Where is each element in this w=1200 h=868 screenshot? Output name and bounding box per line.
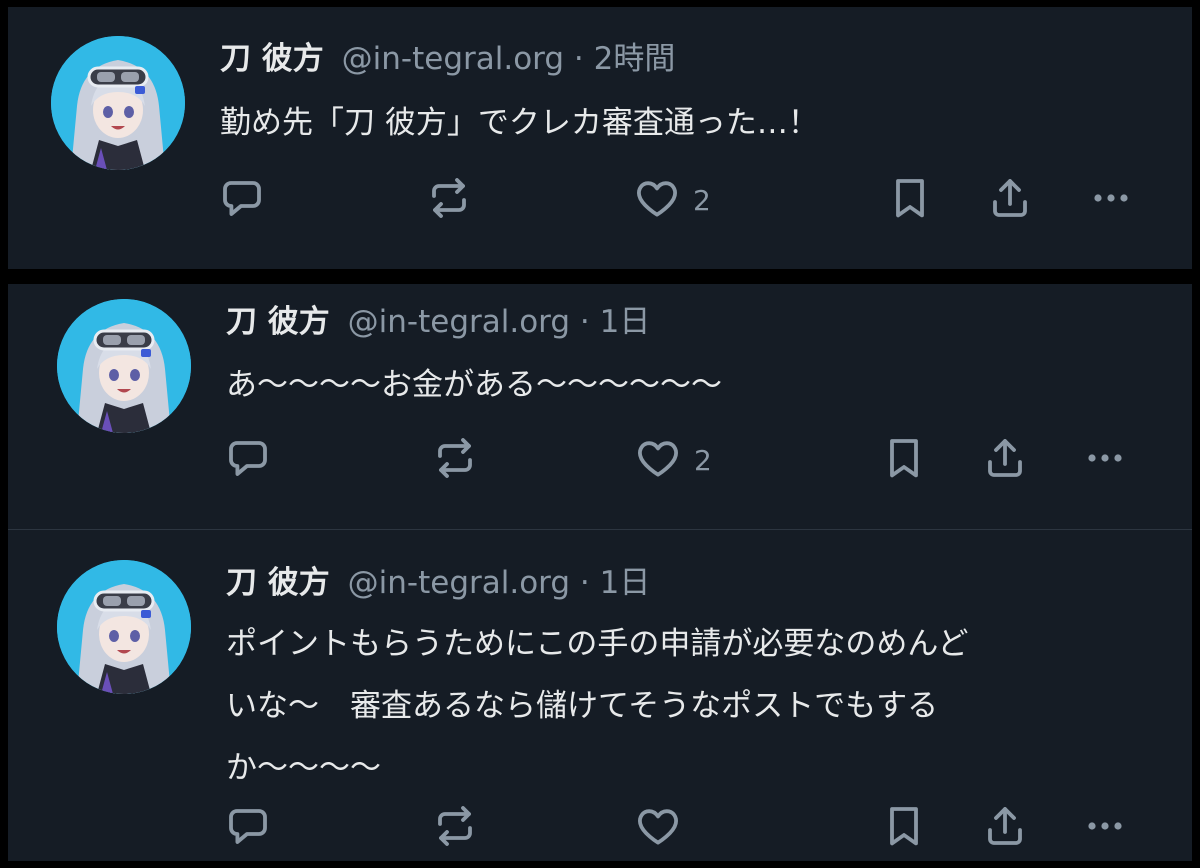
- avatar[interactable]: [57, 560, 191, 694]
- retweet-button[interactable]: [425, 173, 473, 227]
- bookmark-button[interactable]: [880, 801, 928, 855]
- tweet-header: 刀 彼方 @in-tegral.org · 2時間: [220, 39, 675, 79]
- bookmark-button[interactable]: [886, 173, 934, 227]
- screenshot-collage: 刀 彼方 @in-tegral.org · 2時間 勤め先「刀 彼方」でクレカ審…: [0, 0, 1200, 868]
- like-count: 2: [693, 183, 711, 217]
- reply-icon: [224, 802, 272, 854]
- retweet-button[interactable]: [431, 433, 479, 487]
- display-name[interactable]: 刀 彼方: [226, 565, 330, 601]
- share-button[interactable]: [981, 801, 1029, 855]
- timestamp[interactable]: · 1日: [580, 304, 650, 340]
- more-button[interactable]: [1081, 801, 1129, 855]
- like-button[interactable]: [634, 801, 694, 855]
- avatar[interactable]: [57, 299, 191, 433]
- like-icon: [633, 174, 681, 226]
- tweet[interactable]: 刀 彼方 @in-tegral.org · 2時間 勤め先「刀 彼方」でクレカ審…: [8, 7, 1192, 269]
- action-bar: [224, 801, 1154, 855]
- share-icon: [981, 802, 1029, 854]
- timestamp[interactable]: · 2時間: [574, 41, 675, 77]
- reply-button[interactable]: [224, 433, 272, 487]
- handle[interactable]: @in-tegral.org: [348, 304, 570, 340]
- retweet-icon: [431, 434, 479, 486]
- tweet[interactable]: 刀 彼方 @in-tegral.org · 1日 あ〜〜〜〜お金がある〜〜〜〜〜…: [8, 284, 1192, 529]
- bookmark-icon: [886, 174, 934, 226]
- retweet-icon: [431, 802, 479, 854]
- reply-button[interactable]: [224, 801, 272, 855]
- share-button[interactable]: [986, 173, 1034, 227]
- retweet-button[interactable]: [431, 801, 479, 855]
- tweet-text: あ〜〜〜〜お金がある〜〜〜〜〜〜: [226, 367, 722, 403]
- tweet-text: ポイントもらうためにこの手の申請が必要なのめんど いな〜 審査あるなら儲けてそう…: [226, 626, 969, 786]
- display-name[interactable]: 刀 彼方: [226, 304, 330, 340]
- tweet-header: 刀 彼方 @in-tegral.org · 1日: [226, 563, 650, 603]
- share-button[interactable]: [981, 433, 1029, 487]
- bookmark-icon: [880, 434, 928, 486]
- more-icon: [1087, 174, 1135, 226]
- like-icon: [634, 434, 682, 486]
- more-icon: [1081, 802, 1129, 854]
- post-panel-top: 刀 彼方 @in-tegral.org · 2時間 勤め先「刀 彼方」でクレカ審…: [8, 7, 1192, 269]
- more-icon: [1081, 434, 1129, 486]
- bookmark-button[interactable]: [880, 433, 928, 487]
- reply-icon: [218, 174, 266, 226]
- like-icon: [634, 802, 682, 854]
- share-icon: [986, 174, 1034, 226]
- retweet-icon: [425, 174, 473, 226]
- avatar[interactable]: [51, 36, 185, 170]
- like-button[interactable]: 2: [634, 433, 712, 487]
- action-bar: 2: [218, 173, 1148, 227]
- more-button[interactable]: [1081, 433, 1129, 487]
- tweet-header: 刀 彼方 @in-tegral.org · 1日: [226, 302, 650, 342]
- post-panel-bottom: 刀 彼方 @in-tegral.org · 1日 あ〜〜〜〜お金がある〜〜〜〜〜…: [8, 284, 1192, 861]
- bookmark-icon: [880, 802, 928, 854]
- like-count: 2: [694, 443, 712, 477]
- reply-icon: [224, 434, 272, 486]
- handle[interactable]: @in-tegral.org: [342, 41, 564, 77]
- handle[interactable]: @in-tegral.org: [348, 565, 570, 601]
- action-bar: 2: [224, 433, 1154, 487]
- more-button[interactable]: [1087, 173, 1135, 227]
- display-name[interactable]: 刀 彼方: [220, 41, 324, 77]
- timestamp[interactable]: · 1日: [580, 565, 650, 601]
- tweet-text: 勤め先「刀 彼方」でクレカ審査通った…！: [220, 105, 819, 141]
- reply-button[interactable]: [218, 173, 266, 227]
- like-button[interactable]: 2: [633, 173, 711, 227]
- share-icon: [981, 434, 1029, 486]
- tweet[interactable]: 刀 彼方 @in-tegral.org · 1日 ポイントもらうためにこの手の申…: [8, 530, 1192, 861]
